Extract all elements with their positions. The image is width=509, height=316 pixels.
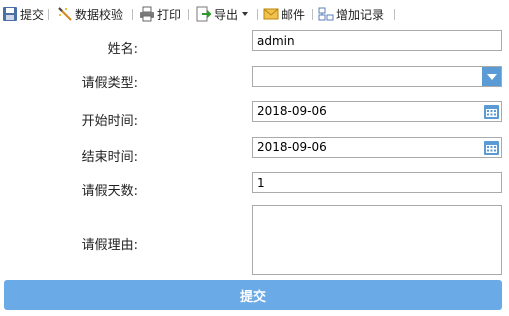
- name-field[interactable]: [252, 30, 502, 51]
- leave-days-field[interactable]: [252, 172, 502, 193]
- calendar-icon[interactable]: [483, 103, 500, 120]
- start-time-label: 开始时间:: [81, 114, 138, 129]
- toolbar-divider: [394, 9, 395, 20]
- leave-reason-label: 请假理由:: [81, 238, 138, 253]
- leave-days-label: 请假天数:: [81, 184, 138, 199]
- chevron-down-icon: [486, 73, 497, 80]
- end-time-value: 2018-09-06: [257, 140, 327, 154]
- submit-button[interactable]: 提交: [4, 280, 502, 310]
- leave-type-label: 请假类型:: [81, 76, 138, 91]
- leave-type-select[interactable]: [252, 66, 502, 87]
- toolbar-validate-button[interactable]: 数据校验: [57, 4, 123, 24]
- toolbar-export-label: 导出: [214, 7, 239, 22]
- toolbar-add-record-button[interactable]: 增加记录: [318, 4, 384, 24]
- mail-icon: [263, 6, 279, 22]
- export-icon: [196, 6, 212, 22]
- toolbar-divider: [132, 9, 133, 20]
- leave-reason-field[interactable]: [252, 205, 502, 275]
- toolbar-print-button[interactable]: 打印: [139, 4, 181, 24]
- toolbar-mail-label: 邮件: [281, 7, 306, 22]
- end-time-field[interactable]: 2018-09-06: [252, 137, 502, 158]
- toolbar-divider: [188, 9, 189, 20]
- toolbar-add-record-label: 增加记录: [336, 7, 385, 22]
- name-label: 姓名:: [107, 42, 138, 57]
- printer-icon: [139, 6, 155, 22]
- magic-wand-icon: [57, 6, 73, 22]
- toolbar-divider: [48, 9, 49, 20]
- toolbar-mail-button[interactable]: 邮件: [263, 4, 305, 24]
- start-time-field[interactable]: 2018-09-06: [252, 101, 502, 122]
- chevron-down-icon: [242, 12, 249, 16]
- calendar-icon[interactable]: [483, 139, 500, 156]
- toolbar-divider: [312, 9, 313, 20]
- toolbar-print-label: 打印: [157, 7, 182, 22]
- end-time-label: 结束时间:: [81, 150, 138, 165]
- toolbar-submit-label: 提交: [20, 7, 45, 22]
- toolbar-validate-label: 数据校验: [75, 7, 124, 22]
- toolbar-export-button[interactable]: 导出: [196, 4, 249, 24]
- add-record-icon: [318, 6, 334, 22]
- save-icon: [2, 6, 18, 22]
- toolbar-submit-button[interactable]: 提交: [2, 4, 44, 24]
- toolbar-divider: [257, 9, 258, 20]
- start-time-value: 2018-09-06: [257, 104, 327, 118]
- toolbar: 提交 数据校验 打印 导出 邮件 增加记录: [0, 0, 509, 28]
- dropdown-button[interactable]: [482, 67, 501, 86]
